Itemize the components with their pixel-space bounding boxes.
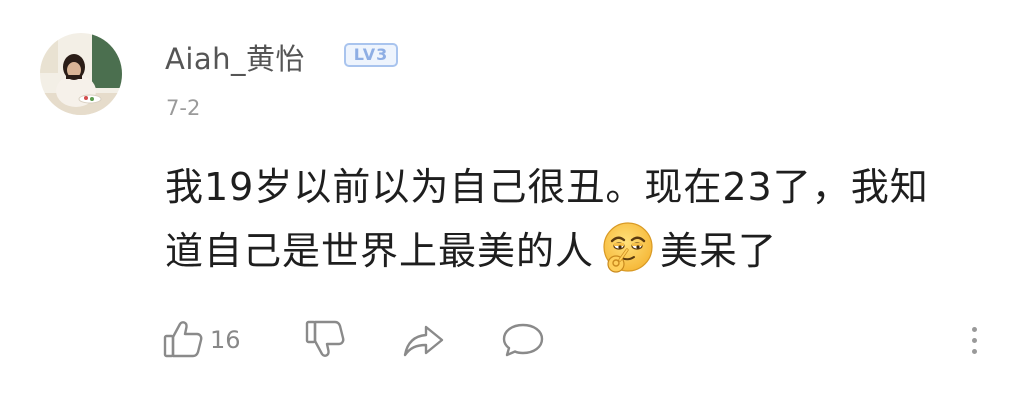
more-vertical-icon[interactable] [962, 320, 986, 360]
thumbs-down-icon [305, 320, 345, 357]
share-button[interactable] [400, 318, 448, 362]
comment-text-before-emoji: 道自己是世界上最美的人 [165, 229, 595, 273]
share-arrow-icon [403, 325, 444, 357]
comment-date: 7-2 [166, 96, 201, 120]
like-count: 16 [210, 326, 241, 354]
like-button[interactable]: 16 [160, 318, 241, 362]
username[interactable]: Aiah_黄怡 [165, 36, 305, 78]
level-badge: LV3 [344, 43, 398, 67]
smug-ok-hand-emoji-icon [600, 220, 656, 276]
more-dot [971, 348, 977, 354]
reply-button[interactable] [498, 318, 548, 362]
speech-bubble-icon [502, 323, 544, 357]
comment-text-after-emoji: 美呆了 [660, 229, 778, 273]
more-dot [971, 326, 977, 332]
dislike-button[interactable] [302, 318, 348, 362]
comment-text-line-1: 我19岁以前以为自己很丑。现在23了，我知 [165, 165, 929, 209]
comment-text: 我19岁以前以为自己很丑。现在23了，我知 道自己是世界上最美的人 美呆了 [165, 155, 965, 283]
thumbs-up-icon [163, 321, 203, 358]
avatar[interactable] [40, 33, 122, 115]
avatar-photo [40, 33, 122, 115]
comment-text-line-2: 道自己是世界上最美的人 美呆了 [165, 219, 965, 283]
comment-card: Aiah_黄怡 LV3 7-2 我19岁以前以为自己很丑。现在23了，我知 道自… [0, 0, 1024, 406]
more-dot [971, 337, 977, 343]
